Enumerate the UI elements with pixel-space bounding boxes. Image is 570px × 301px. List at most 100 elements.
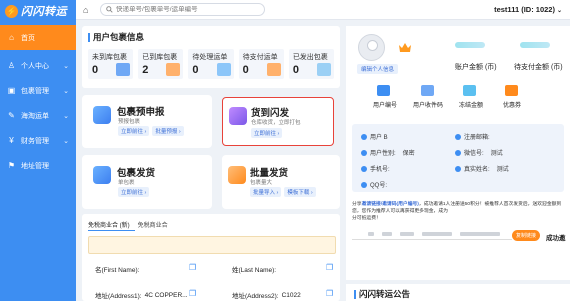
invite-link-text[interactable]: 邀请链接/邀请码(用户编号) — [362, 202, 419, 207]
copy-last-name-icon[interactable]: ❐ — [326, 263, 334, 272]
chevron-down-icon: ⌄ — [63, 137, 69, 145]
package-info-panel: 用户包裹信息 未到库包裹 0 已到库包裹 2 待处理运单 0 待支付运单 0 已发出包裹 0 — [82, 26, 340, 88]
package-stat-card[interactable]: 已发出包裹 0 — [288, 49, 335, 79]
info-gender: 用户性别: 保密 — [361, 148, 415, 157]
sidebar-item-label: 海淘运单 — [21, 112, 49, 120]
address-icon: ⚑ — [7, 161, 16, 170]
address1-value: 4C COPPER... — [144, 291, 188, 299]
ship-icon — [93, 166, 111, 184]
sidebar-item-package[interactable]: ▣ 包裹管理 ⌄ — [0, 78, 76, 103]
flash-go-button[interactable]: 立即前往 › — [251, 128, 283, 138]
flash-sub: 仓库收货，立即打包 — [251, 120, 301, 126]
package-stat-icon — [266, 63, 281, 76]
wechat-icon — [455, 149, 461, 156]
search-input[interactable] — [116, 6, 256, 13]
prebook-icon — [93, 106, 111, 124]
copy-first-name-icon[interactable]: ❐ — [189, 263, 197, 272]
copy-address2-icon[interactable]: ❐ — [326, 289, 334, 298]
tab-address[interactable]: 免税商业合 — [138, 220, 168, 229]
coupon-icon — [505, 85, 518, 96]
top-bar: ⌂ test111 (ID: 1022)⌄ — [76, 0, 570, 20]
sidebar-item-finance[interactable]: ¥ 财务管理 ⌄ — [0, 128, 76, 153]
chevron-down-icon: ⌄ — [63, 62, 69, 70]
batch-prebook-button[interactable]: 批量预报 › — [152, 126, 184, 136]
chevron-down-icon: ⌄ — [63, 87, 69, 95]
sidebar-item-home[interactable]: ⌂ 首页 — [0, 25, 76, 50]
edit-profile-button[interactable]: 编辑个人信息 — [357, 64, 399, 74]
prebook-card[interactable]: 包裹预申报 预报包裹 立即前往 › 批量预报 › — [82, 95, 212, 148]
package-stat-icon — [166, 63, 181, 76]
sidebar-item-user[interactable]: ♙ 个人中心 ⌄ — [0, 53, 76, 78]
pending-value — [520, 42, 550, 48]
brand-logo[interactable]: ⚡ 闪闪转运 — [0, 0, 76, 22]
flash-ship-card[interactable]: 货到闪发 仓库收货，立即打包 立即前往 › — [222, 97, 334, 146]
first-name-field: 名(First Name): — [95, 264, 139, 274]
sidebar-item-label: 财务管理 — [21, 137, 49, 145]
ship-sub: 单包裹 — [118, 180, 135, 186]
chevron-down-icon: ⌄ — [63, 112, 69, 120]
sidebar-item-label: 首页 — [21, 34, 35, 42]
sidebar-item-waybill[interactable]: ✎ 海淘运单 ⌄ — [0, 103, 76, 128]
stat-user-id: 用户编号 — [373, 103, 398, 109]
waybill-icon: ✎ — [8, 111, 15, 120]
sidebar-item-label: 个人中心 — [21, 62, 49, 70]
copy-address1-icon[interactable]: ❐ — [189, 289, 197, 298]
package-stat-card[interactable]: 待处理运单 0 — [188, 49, 234, 79]
stat-receive-code: 用户收件码 — [413, 103, 444, 109]
share-description: 分享邀请链接/邀请码(用户编号)，成功邀请1人注册送50积分！被推荐人首次发货后… — [352, 202, 562, 221]
prebook-title: 包裹预申报 — [117, 107, 165, 118]
tab-address-new[interactable]: 免税商业合 (新) — [88, 220, 130, 229]
ship-card[interactable]: 包裹发货 单包裹 立即前往 › — [82, 155, 212, 209]
panel-title: 用户包裹信息 — [88, 31, 334, 43]
flash-title: 货到闪发 — [251, 108, 290, 119]
info-phone: 手机号: — [361, 164, 390, 173]
user-id-icon — [377, 85, 390, 96]
search-box[interactable] — [100, 3, 265, 16]
balance-label: 账户金额 (币) — [455, 64, 497, 71]
user-menu[interactable]: test111 (ID: 1022) ⌄ — [494, 5, 562, 14]
template-download-button[interactable]: 模板下载 › — [284, 187, 316, 197]
address-tabs: 免税商业合 (新) 免税商业合 — [88, 220, 168, 229]
batch-ship-title: 批量发货 — [250, 168, 289, 179]
address2-label: 地址(Address2): — [232, 293, 279, 300]
sidebar-item-address[interactable]: ⚑ 地址管理 — [0, 153, 76, 178]
sidebar-item-label: 地址管理 — [21, 162, 49, 170]
user-name: test111 (ID: 1022) — [494, 5, 555, 14]
package-stat-label: 已到库包裹 — [142, 54, 178, 61]
info-realname: 真实姓名: 测试 — [455, 164, 509, 173]
batch-ship-icon — [228, 166, 246, 184]
copy-link-button[interactable]: 复制链接 — [512, 230, 541, 241]
package-stat-card[interactable]: 未到库包裹 0 — [88, 49, 134, 79]
vip-crown-icon — [399, 43, 411, 52]
invite-url-field[interactable] — [352, 229, 512, 240]
prebook-sub: 预报包裹 — [118, 119, 141, 125]
address2-value: C1022 — [281, 291, 301, 299]
batch-ship-card[interactable]: 批量发货 包裹量大 批量导入 › 模板下载 › — [222, 155, 340, 209]
prebook-go-button[interactable]: 立即前往 › — [118, 126, 150, 136]
batch-ship-sub: 包裹量大 — [250, 180, 273, 186]
qq-icon — [361, 181, 367, 188]
flash-icon — [229, 107, 247, 125]
package-stat-label: 待支付运单 — [242, 54, 278, 61]
home-icon[interactable]: ⌂ — [83, 5, 97, 15]
active-tab-indicator — [88, 230, 135, 231]
package-stat-card[interactable]: 已到库包裹 2 — [138, 49, 184, 79]
ship-go-button[interactable]: 立即前往 › — [118, 187, 150, 197]
package-stat-card[interactable]: 待支付运单 0 — [238, 49, 284, 79]
last-name-field: 姓(Last Name): — [232, 264, 276, 274]
info-user: 用户 B — [361, 132, 388, 141]
stat-coupon: 优惠券 — [503, 103, 522, 109]
batch-import-button[interactable]: 批量导入 › — [250, 187, 282, 197]
logo-text: 闪闪转运 — [21, 6, 67, 18]
stat-frozen-amount: 冻结金额 — [459, 103, 484, 109]
phone-icon — [361, 165, 367, 172]
chevron-down-icon: ⌄ — [556, 8, 562, 14]
info-register: 注册邮箱: — [455, 132, 490, 141]
avatar[interactable] — [358, 34, 385, 61]
package-stat-icon — [116, 63, 131, 76]
package-stat-label: 待处理运单 — [192, 54, 228, 61]
package-icon: ▣ — [7, 86, 16, 95]
address1-label: 地址(Address1): — [95, 293, 142, 300]
address-notice-bar — [88, 236, 336, 254]
home-icon: ⌂ — [9, 33, 14, 42]
